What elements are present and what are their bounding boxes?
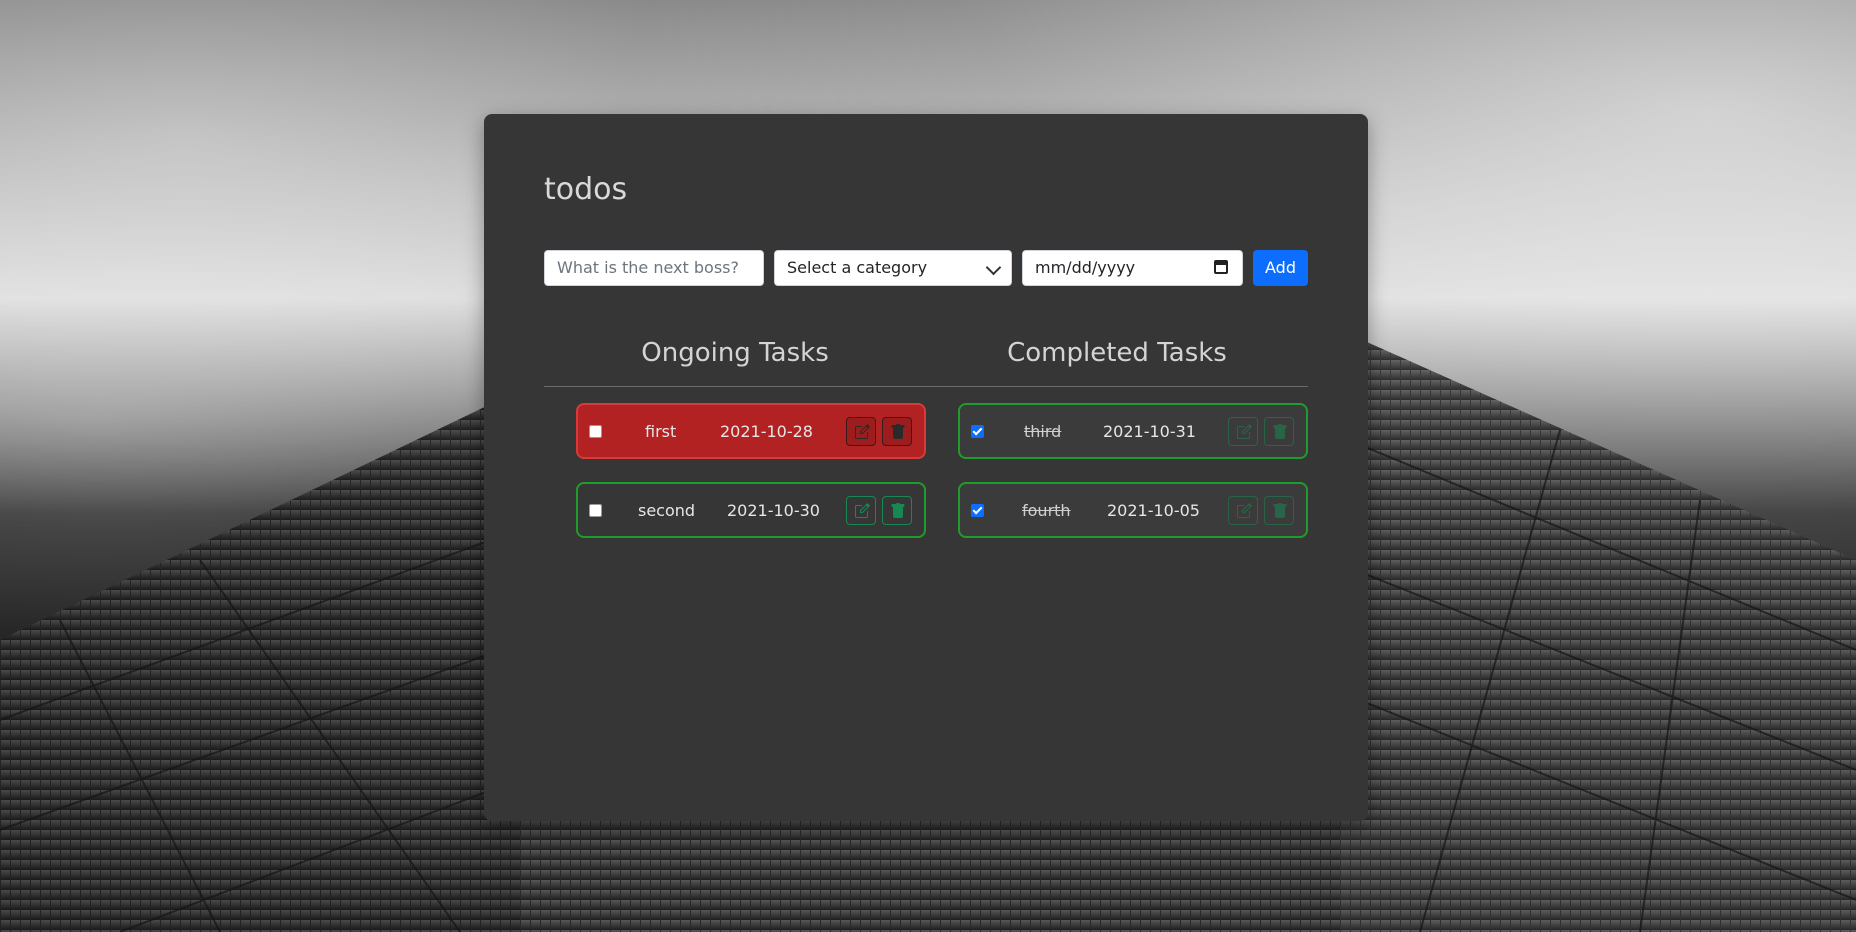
due-date-value: mm/dd/yyyy xyxy=(1035,258,1136,277)
category-select[interactable]: Select a category xyxy=(774,250,1012,286)
delete-button[interactable] xyxy=(882,417,912,446)
task-date: 2021-10-30 xyxy=(727,501,820,520)
edit-button[interactable] xyxy=(1228,496,1258,525)
task-item-third: third 2021-10-31 xyxy=(958,403,1308,459)
completed-tasks-heading: Completed Tasks xyxy=(1007,338,1227,368)
pencil-square-icon xyxy=(855,503,870,518)
trash-icon xyxy=(891,424,905,439)
app-title: todos xyxy=(544,172,628,207)
task-item-second: second 2021-10-30 xyxy=(576,482,926,538)
delete-button[interactable] xyxy=(1264,496,1294,525)
task-date: 2021-10-28 xyxy=(720,422,813,441)
trash-icon xyxy=(1273,424,1287,439)
task-item-fourth: fourth 2021-10-05 xyxy=(958,482,1308,538)
task-name: second xyxy=(638,501,696,520)
task-name: first xyxy=(645,422,677,441)
add-button[interactable]: Add xyxy=(1253,250,1308,286)
ongoing-tasks-heading: Ongoing Tasks xyxy=(641,338,829,368)
delete-button[interactable] xyxy=(1264,417,1294,446)
calendar-icon[interactable] xyxy=(1214,260,1228,274)
delete-button[interactable] xyxy=(882,496,912,525)
divider xyxy=(544,386,1308,387)
task-checkbox[interactable] xyxy=(971,504,984,517)
category-select-value: Select a category xyxy=(787,258,928,277)
pencil-square-icon xyxy=(1237,503,1252,518)
task-checkbox[interactable] xyxy=(971,425,984,438)
task-date: 2021-10-31 xyxy=(1103,422,1196,441)
task-checkbox[interactable] xyxy=(589,425,602,438)
task-checkbox[interactable] xyxy=(589,504,602,517)
edit-button[interactable] xyxy=(846,496,876,525)
task-input[interactable]: What is the next boss? xyxy=(544,250,764,286)
edit-button[interactable] xyxy=(846,417,876,446)
edit-button[interactable] xyxy=(1228,417,1258,446)
pencil-square-icon xyxy=(1237,424,1252,439)
task-name: third xyxy=(1024,422,1062,441)
task-date: 2021-10-05 xyxy=(1107,501,1200,520)
task-item-first: first 2021-10-28 xyxy=(576,403,926,459)
chevron-down-icon xyxy=(985,259,1002,276)
trash-icon xyxy=(1273,503,1287,518)
task-name: fourth xyxy=(1022,501,1071,520)
due-date-input[interactable]: mm/dd/yyyy xyxy=(1022,250,1243,286)
todo-card: todos What is the next boss? Select a ca… xyxy=(484,114,1368,821)
trash-icon xyxy=(891,503,905,518)
pencil-square-icon xyxy=(855,424,870,439)
